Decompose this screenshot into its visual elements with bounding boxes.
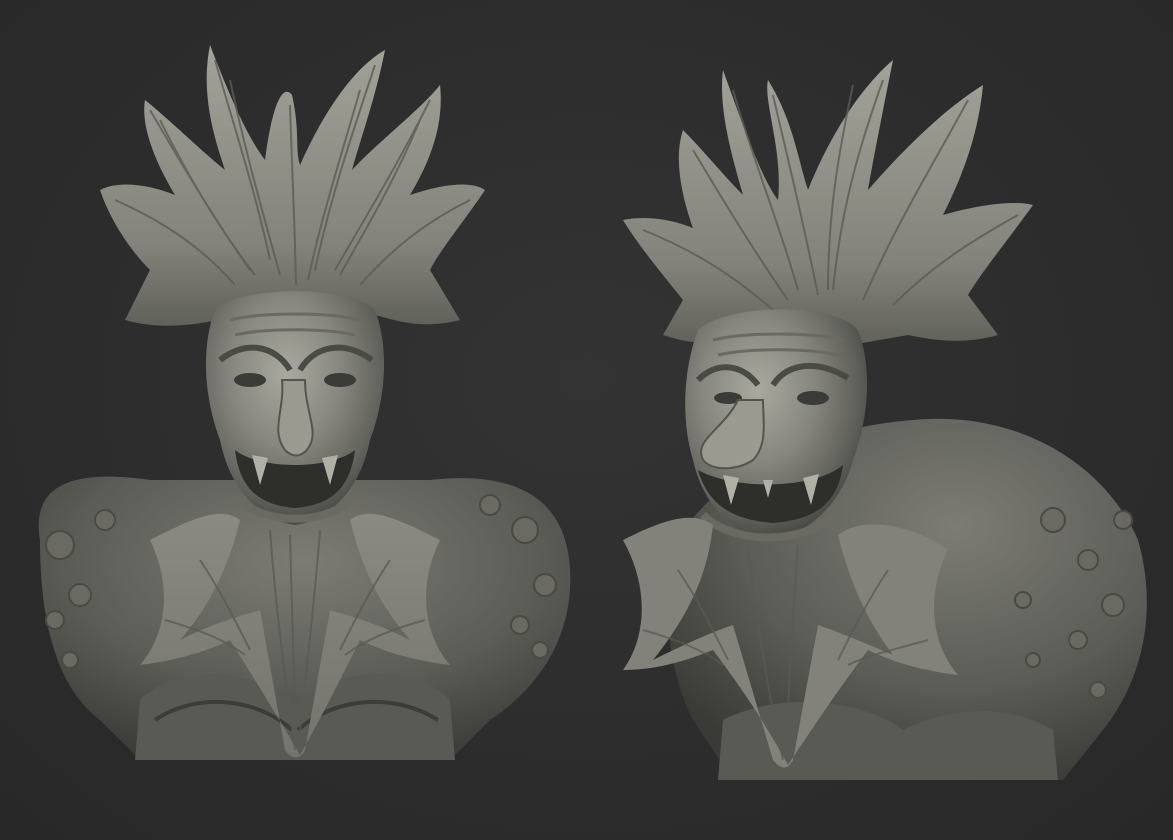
render-viewport xyxy=(0,0,1173,840)
hair-mane xyxy=(100,45,485,330)
demon-bust-three-quarter-view xyxy=(623,60,1147,780)
demon-bust-front-view xyxy=(38,45,571,760)
hair-mane xyxy=(623,60,1033,350)
